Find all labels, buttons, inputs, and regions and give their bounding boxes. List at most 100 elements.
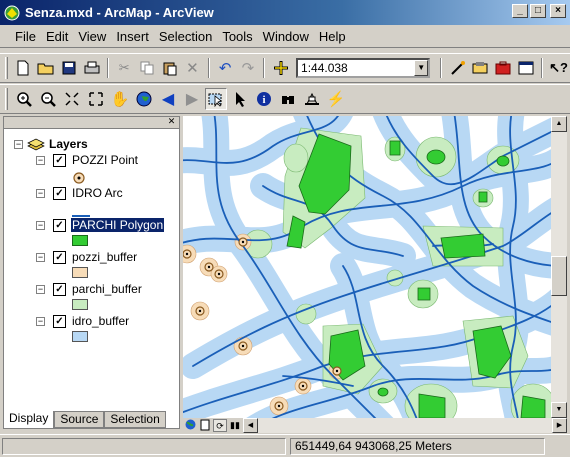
identify-icon[interactable]: i <box>253 88 275 110</box>
layer-idro-arc[interactable]: − ✓ IDRO Arc <box>36 186 124 200</box>
peach-fill-swatch <box>72 267 88 278</box>
layer-parchi-buffer[interactable]: − ✓ parchi_buffer <box>36 282 143 296</box>
back-extent-icon[interactable]: ◀ <box>157 88 179 110</box>
scroll-thumb[interactable] <box>551 256 567 296</box>
select-features-icon[interactable] <box>205 88 227 110</box>
map-bottom-bar: ⟳ ▮▮ ◀ ▶ <box>183 418 567 433</box>
print-icon[interactable] <box>81 57 102 79</box>
maximize-button[interactable]: □ <box>530 4 546 18</box>
arccatalog-icon[interactable] <box>470 57 491 79</box>
copy-icon[interactable] <box>137 57 158 79</box>
tab-selection[interactable]: Selection <box>104 411 166 428</box>
scroll-down-icon[interactable]: ▼ <box>551 402 567 418</box>
layers-label: Layers <box>49 137 88 151</box>
data-view-globe-icon[interactable] <box>183 419 197 432</box>
menu-tools[interactable]: Tools <box>217 29 257 44</box>
layer-visibility-checkbox[interactable]: ✓ <box>53 153 66 167</box>
scroll-right-icon[interactable]: ▶ <box>552 418 567 433</box>
close-button[interactable]: × <box>550 4 566 18</box>
menu-edit[interactable]: Edit <box>41 29 73 44</box>
window-title: Senza.mxd - ArcMap - ArcView <box>25 5 214 20</box>
menu-bar: File Edit View Insert Selection Tools Wi… <box>0 26 570 48</box>
map-canvas[interactable] <box>183 116 551 418</box>
command-line-icon[interactable] <box>515 57 536 79</box>
menu-selection[interactable]: Selection <box>154 29 217 44</box>
layout-view-page-icon[interactable] <box>198 419 212 432</box>
collapse-icon[interactable]: − <box>36 284 45 294</box>
collapse-icon[interactable]: − <box>36 188 45 198</box>
layer-visibility-checkbox[interactable]: ✓ <box>53 314 66 328</box>
toolbar-separator <box>263 58 266 78</box>
layer-pozzi-buffer[interactable]: − ✓ pozzi_buffer <box>36 250 138 264</box>
layer-parchi-polygon[interactable]: − ✓ PARCHI Polygon <box>36 217 166 233</box>
scroll-left-icon[interactable]: ◀ <box>243 418 258 433</box>
pause-drawing-icon[interactable]: ▮▮ <box>228 419 242 432</box>
menu-view[interactable]: View <box>73 29 111 44</box>
layer-pozzi-point[interactable]: − ✓ POZZI Point <box>36 153 139 167</box>
layer-name[interactable]: idro_buffer <box>71 314 130 328</box>
layer-idro-buffer[interactable]: − ✓ idro_buffer <box>36 314 130 328</box>
light-blue-fill-swatch <box>72 331 88 342</box>
layer-name[interactable]: PARCHI Polygon <box>69 217 166 233</box>
menu-help[interactable]: Help <box>314 29 351 44</box>
collapse-icon[interactable]: − <box>36 252 45 262</box>
pan-hand-icon[interactable]: ✋ <box>109 88 131 110</box>
map-scale-combo[interactable]: 1:44.038 ▼ <box>296 58 431 78</box>
collapse-icon[interactable]: − <box>36 155 45 165</box>
open-folder-icon[interactable] <box>36 57 57 79</box>
fixed-zoom-in-icon[interactable] <box>61 88 83 110</box>
editor-toolbar-icon[interactable] <box>447 57 468 79</box>
save-icon[interactable] <box>58 57 79 79</box>
select-elements-icon[interactable] <box>229 88 251 110</box>
layer-visibility-checkbox[interactable]: ✓ <box>53 186 66 200</box>
map-horizontal-scrollbar[interactable]: ◀ ▶ <box>243 418 567 433</box>
tools-toolbar: ✋ ◀ ▶ i ⚡ <box>0 84 570 114</box>
scroll-up-icon[interactable]: ▲ <box>551 116 567 132</box>
close-icon[interactable]: ✕ <box>166 117 177 127</box>
map-vertical-scrollbar[interactable]: ▲ ▼ <box>551 116 567 418</box>
layer-name[interactable]: POZZI Point <box>71 153 139 167</box>
zoom-in-icon[interactable] <box>13 88 35 110</box>
toolbar-grip[interactable] <box>5 57 8 79</box>
forward-extent-icon[interactable]: ▶ <box>181 88 203 110</box>
menu-window[interactable]: Window <box>258 29 314 44</box>
map-display[interactable] <box>183 116 551 418</box>
new-document-icon[interactable] <box>13 57 34 79</box>
layer-name[interactable]: parchi_buffer <box>71 282 143 296</box>
minimize-button[interactable]: _ <box>512 4 528 18</box>
zoom-out-icon[interactable] <box>37 88 59 110</box>
menu-insert[interactable]: Insert <box>111 29 154 44</box>
layer-visibility-checkbox[interactable]: ✓ <box>53 250 66 264</box>
toolbar-separator <box>440 58 443 78</box>
find-binoculars-icon[interactable] <box>277 88 299 110</box>
toolbar-grip[interactable] <box>5 88 8 110</box>
hyperlink-lightning-icon[interactable]: ⚡ <box>325 88 347 110</box>
collapse-icon[interactable]: − <box>14 139 23 149</box>
layer-name[interactable]: IDRO Arc <box>71 186 124 200</box>
fixed-zoom-out-icon[interactable] <box>85 88 107 110</box>
collapse-icon[interactable]: − <box>36 220 45 230</box>
chevron-down-icon[interactable]: ▼ <box>414 60 429 76</box>
measure-icon[interactable] <box>301 88 323 110</box>
collapse-icon[interactable]: − <box>36 316 45 326</box>
full-extent-globe-icon[interactable] <box>133 88 155 110</box>
tab-display[interactable]: Display <box>3 411 55 429</box>
map-scale-value: 1:44.038 <box>301 61 348 75</box>
layer-visibility-checkbox[interactable]: ✓ <box>53 218 66 232</box>
delete-icon[interactable]: ✕ <box>182 57 203 79</box>
layer-visibility-checkbox[interactable]: ✓ <box>53 282 66 296</box>
refresh-icon[interactable]: ⟳ <box>213 419 227 432</box>
redo-icon[interactable]: ↷ <box>238 57 259 79</box>
whats-this-icon[interactable]: ↖? <box>548 57 569 79</box>
add-data-icon[interactable] <box>270 57 291 79</box>
tab-source[interactable]: Source <box>54 411 105 428</box>
cut-icon[interactable]: ✂ <box>114 57 135 79</box>
layer-name[interactable]: pozzi_buffer <box>71 250 138 264</box>
light-green-fill-swatch <box>72 299 88 310</box>
status-bar: 651449,64 943068,25 Meters <box>0 434 570 457</box>
arctoolbox-icon[interactable] <box>493 57 514 79</box>
undo-icon[interactable]: ↶ <box>215 57 236 79</box>
menu-file[interactable]: File <box>10 29 41 44</box>
paste-icon[interactable] <box>159 57 180 79</box>
layers-root[interactable]: − Layers <box>14 137 88 151</box>
